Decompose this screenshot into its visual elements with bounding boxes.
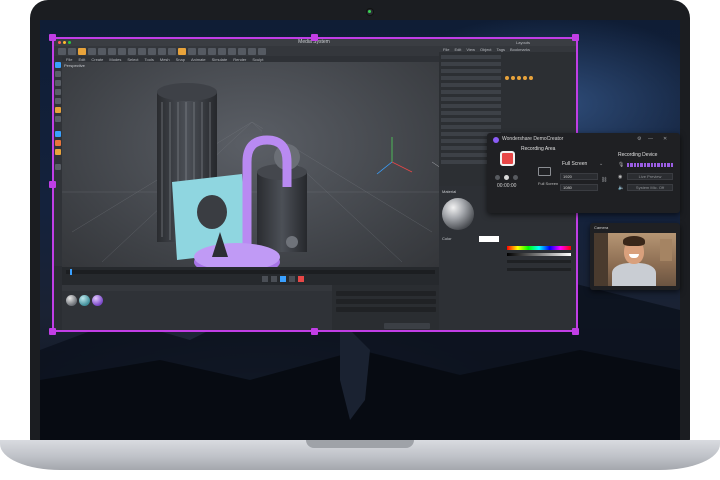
minimize-icon[interactable]: — <box>648 136 653 142</box>
level-bar <box>653 163 657 167</box>
mic-level-meter <box>627 163 674 167</box>
recording-device-title: Recording Device <box>618 152 658 158</box>
democreator-logo-icon <box>493 137 499 143</box>
camera-led-icon <box>368 10 371 13</box>
screen-caption: Full Screen <box>538 181 559 186</box>
link-icon[interactable]: ⛓ <box>601 177 607 183</box>
laptop-notch <box>306 440 414 448</box>
width-input[interactable]: 1920 <box>560 173 598 180</box>
screen-source-select[interactable]: Full Screen <box>562 161 587 167</box>
background-shelf <box>660 239 672 261</box>
resize-handle[interactable] <box>49 328 56 335</box>
recording-timer: 00:00:00 <box>497 183 517 189</box>
speaker-icon[interactable]: 🔈 <box>618 185 624 191</box>
webcam-icon[interactable]: ◉ <box>618 174 622 180</box>
resize-handle[interactable] <box>572 34 579 41</box>
level-bar <box>670 163 674 167</box>
monitor-icon <box>538 167 551 176</box>
level-bar <box>633 163 637 167</box>
level-bar <box>640 163 643 167</box>
level-bar <box>650 163 653 167</box>
recorder-panel: Wondershare DemoCreator ⚙ — ✕ Recording … <box>487 133 680 213</box>
level-bar <box>663 163 667 167</box>
person-hair <box>623 236 645 246</box>
level-bar <box>637 163 640 167</box>
recorder-title: Wondershare DemoCreator <box>502 136 564 142</box>
level-bar <box>660 163 663 167</box>
resize-handle[interactable] <box>49 34 56 41</box>
level-bar <box>657 163 660 167</box>
settings-icon[interactable]: ⚙ <box>637 136 641 142</box>
height-input[interactable]: 1080 <box>560 184 598 191</box>
level-bar <box>630 163 633 167</box>
webcam-window[interactable]: Camera <box>590 223 680 290</box>
person-shirt <box>612 263 656 286</box>
resize-handle[interactable] <box>311 34 318 41</box>
live-preview-button[interactable]: Live Preview <box>627 173 673 180</box>
screenshot-icon[interactable] <box>513 175 518 180</box>
webcam-feed <box>594 233 676 286</box>
level-bar <box>627 163 630 167</box>
recorder-controls <box>495 175 525 181</box>
microphone-icon[interactable]: 🎙 <box>618 162 624 168</box>
resize-handle[interactable] <box>572 328 579 335</box>
stop-icon[interactable] <box>504 175 509 180</box>
level-bar <box>667 163 670 167</box>
resize-handle[interactable] <box>49 181 56 188</box>
background-wall <box>594 233 608 286</box>
pause-icon[interactable] <box>495 175 500 180</box>
recording-mode-label: Recording Area <box>521 146 556 152</box>
resize-handle[interactable] <box>311 328 318 335</box>
close-icon[interactable]: ✕ <box>663 136 667 142</box>
record-button[interactable] <box>500 151 515 166</box>
level-bar <box>643 163 647 167</box>
level-bar <box>647 163 650 167</box>
webcam-title: Camera <box>594 225 609 230</box>
system-audio-button[interactable]: System Mic. Off <box>627 184 673 191</box>
chevron-down-icon[interactable]: ⌄ <box>599 161 603 167</box>
